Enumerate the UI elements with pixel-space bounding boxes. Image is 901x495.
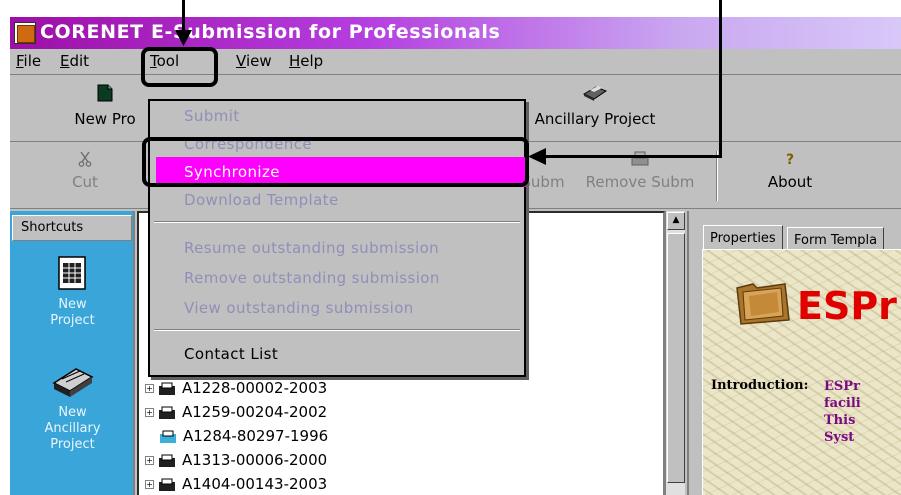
folder-icon [736,283,790,325]
tree-item-label: A1284-80297-1996 [183,427,329,445]
toolbar-separator [716,151,718,201]
cut-button[interactable]: Cut [55,151,115,191]
application-window: CORENET E-Submission for Professionals F… [10,17,901,495]
arrow-line [719,0,722,158]
tool-menu-callout [141,47,218,87]
new-project-button[interactable]: New Pro [50,84,160,128]
banner-title: ESPr [797,284,897,328]
expand-icon[interactable]: + [145,456,154,465]
intro-line: ESPr [824,379,860,394]
shortcut-new-project-label: New Project [50,297,95,328]
menu-edit[interactable]: Edit [60,52,89,70]
menu-separator [154,221,520,223]
new-project-icon [97,84,113,102]
intro-line: facili [824,396,861,411]
menu-item-contact-list[interactable]: Contact List [184,345,278,363]
tree-item[interactable]: + A1313-00006-2000 [145,451,327,473]
folder-document-icon [159,478,175,491]
menu-item-remove-outstanding[interactable]: Remove outstanding submission [184,269,440,287]
cut-label: Cut [72,173,98,191]
menu-help[interactable]: Help [289,52,323,70]
expand-icon[interactable]: + [145,480,154,489]
tab-form-templates[interactable]: Form Templa [787,227,885,249]
about-icon: ? [786,152,794,167]
menu-item-resume-outstanding[interactable]: Resume outstanding submission [184,239,439,257]
new-project-label: New Pro [74,110,136,128]
folder-document-icon [159,454,175,467]
properties-panel: Properties Form Templa ESPr Introduction… [687,211,901,495]
tree-scrollbar[interactable]: ▲ [665,211,685,495]
ancillary-project-icon [582,86,608,101]
svg-text:?: ? [786,152,794,167]
arrow-down-icon [175,30,192,46]
shortcuts-panel: Shortcuts New Project New Ancillary Proj… [10,211,135,495]
title-bar: CORENET E-Submission for Professionals [10,17,901,49]
shortcut-new-ancillary-project-label: New Ancillary Project [44,405,101,452]
menu-view[interactable]: View [236,52,272,70]
arrow-line [545,155,722,158]
tree-item-label: A1404-00143-2003 [182,475,328,493]
folder-document-icon [159,406,175,419]
synchronize-callout [142,137,529,187]
menu-item-submit[interactable]: Submit [184,107,240,125]
tree-item[interactable]: A1284-80297-1996 [159,427,328,449]
properties-content: ESPr Introduction: ESPr facili This Syst [702,249,901,495]
menu-item-download-template[interactable]: Download Template [184,191,339,209]
folder-document-icon [160,430,176,443]
shortcut-new-project[interactable]: New Project [10,253,135,329]
app-icon [14,22,36,44]
tab-properties[interactable]: Properties [703,225,783,251]
remove-submission-icon [631,151,649,166]
remove-submission-label: Remove Subm [585,173,695,191]
expand-icon[interactable]: + [145,384,154,393]
window-title: CORENET E-Submission for Professionals [40,21,501,43]
ancillary-project-icon [51,368,94,397]
menu-separator [154,329,520,331]
intro-line: Syst [824,430,855,445]
menu-file[interactable]: File [16,52,41,70]
intro-text: ESPr facili This Syst [824,378,861,446]
tree-item-label: A1228-00002-2003 [182,379,328,397]
ancillary-project-label: Ancillary Project [534,110,656,128]
shortcut-new-ancillary-project[interactable]: New Ancillary Project [10,361,135,453]
intro-label: Introduction: [711,378,809,393]
tree-item-label: A1313-00006-2000 [182,451,328,469]
about-button[interactable]: ? About [750,151,830,191]
arrow-line [182,0,185,34]
tree-item[interactable]: + A1259-00204-2002 [145,403,327,425]
intro-line: This [824,413,856,428]
arrow-left-icon [528,148,546,165]
ancillary-project-button[interactable]: Ancillary Project [505,84,685,128]
tree-item[interactable]: + A1404-00143-2003 [145,475,327,495]
scroll-up-icon[interactable]: ▲ [667,212,685,230]
expand-icon[interactable]: + [145,408,154,417]
shortcuts-header: Shortcuts [12,215,132,241]
folder-document-icon [159,382,175,395]
tree-item-label: A1259-00204-2002 [182,403,328,421]
tree-item[interactable]: + A1228-00002-2003 [145,379,327,401]
menu-item-view-outstanding[interactable]: View outstanding submission [184,299,414,317]
new-project-icon [57,256,86,290]
scroll-thumb[interactable] [667,233,685,483]
about-label: About [767,173,813,191]
cut-icon [78,151,92,167]
